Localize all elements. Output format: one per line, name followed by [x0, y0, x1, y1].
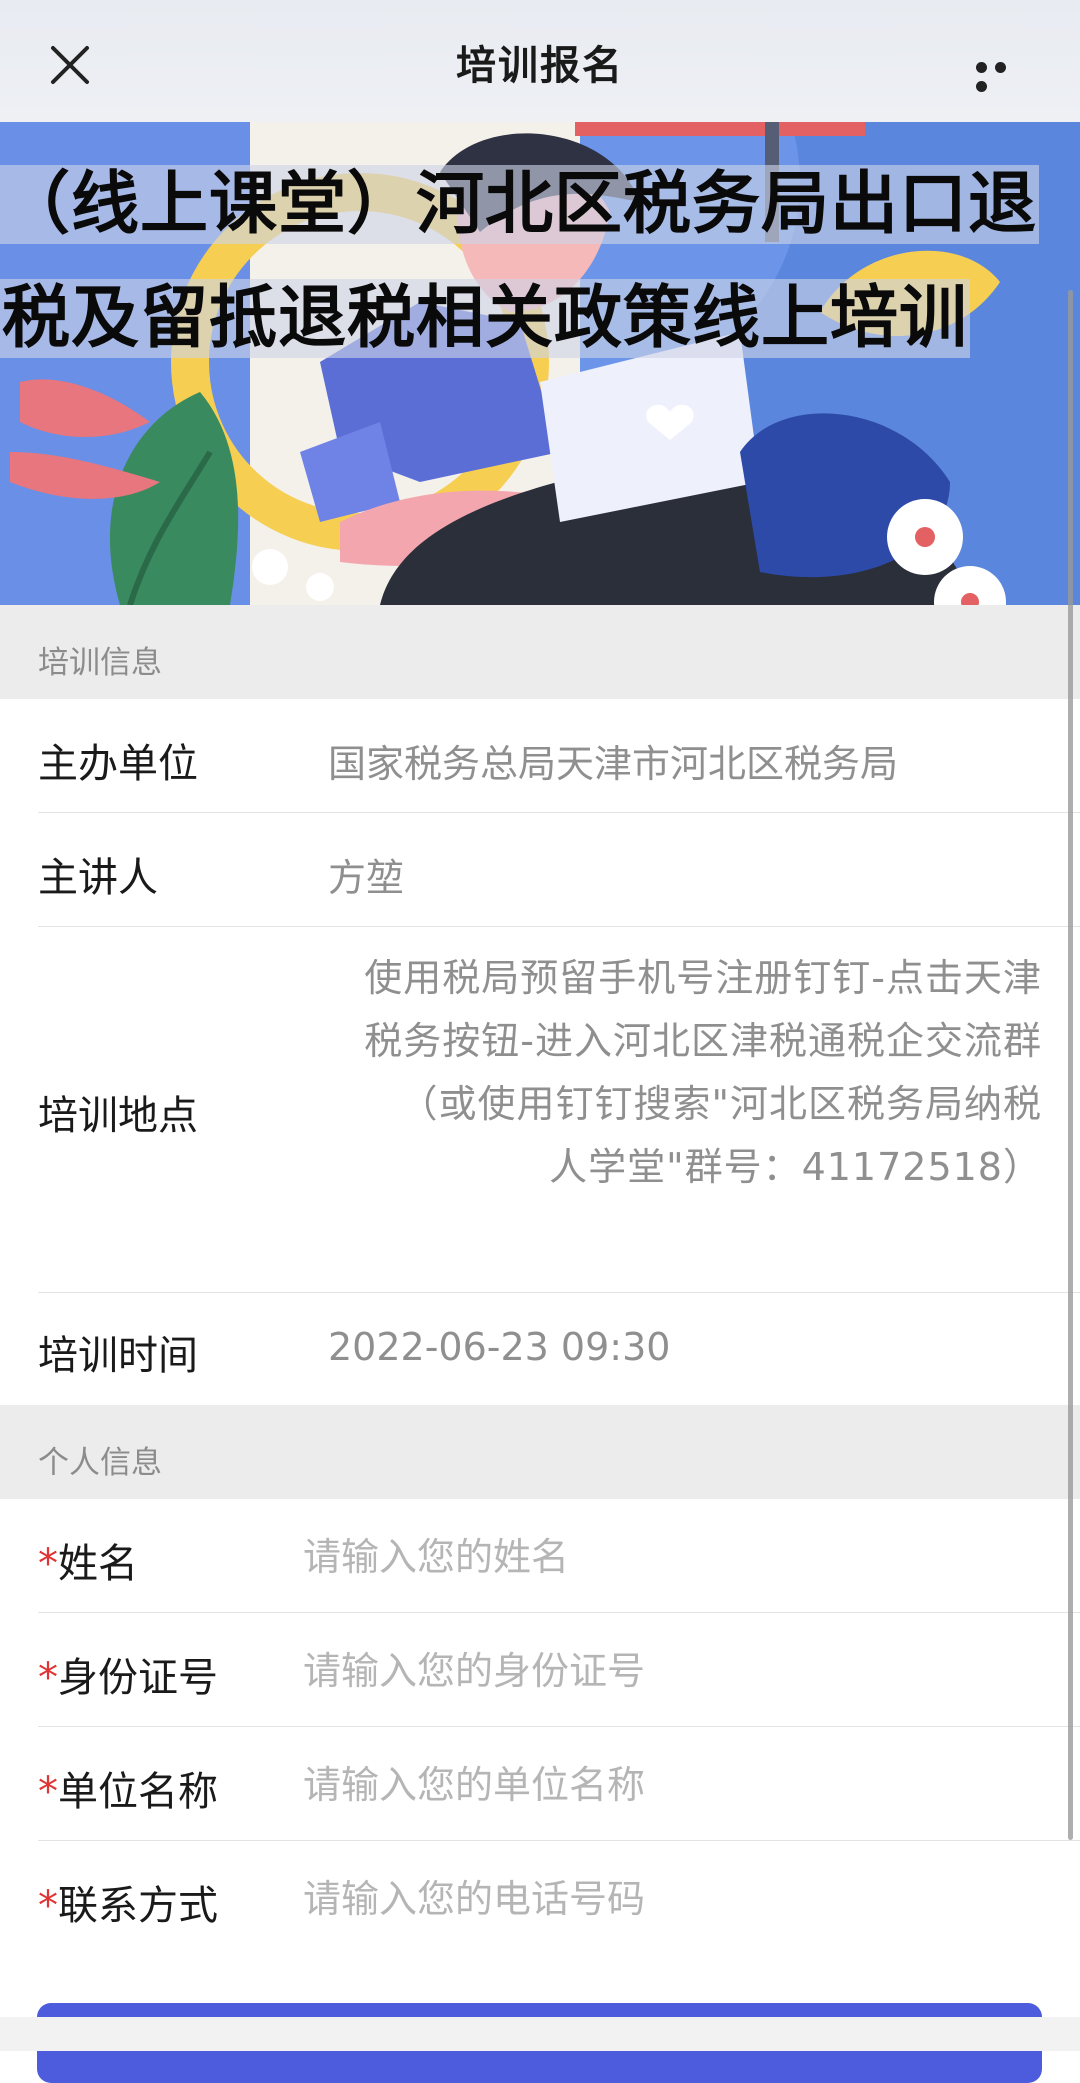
section-title: 个人信息 [38, 1445, 162, 1481]
company-input[interactable] [303, 1755, 1023, 1815]
row-location: 培训地点 使用税局预留手机号注册钉钉-点击天津税务按钮-进入河北区津税通税企交流… [0, 927, 1080, 1293]
more-dots-icon[interactable] [976, 58, 1032, 92]
company-label-text: 单位名称 [58, 1769, 218, 1815]
time-label: 培训时间 [38, 1333, 198, 1379]
banner-title: （线上课堂）河北区税务局出口退税及留抵退税相关政策线上培训 [0, 148, 1060, 376]
speaker-label: 主讲人 [38, 855, 158, 901]
speaker-value: 方堃 [328, 856, 405, 900]
row-time: 培训时间 2022-06-23 09:30 [0, 1293, 1080, 1405]
page-title: 培训报名 [456, 43, 624, 89]
section-header-training-info: 培训信息 [0, 605, 1080, 699]
location-value: 使用税局预留手机号注册钉钉-点击天津税务按钮-进入河北区津税通税企交流群（或使用… [364, 956, 1042, 1189]
contact-input[interactable] [303, 1869, 1023, 1929]
name-label-text: 姓名 [58, 1541, 138, 1587]
organizer-value: 国家税务总局天津市河北区税务局 [328, 742, 899, 786]
row-id-number: *身份证号 [0, 1613, 1080, 1727]
top-nav-bar: 培训报名 [0, 0, 1080, 122]
row-speaker: 主讲人 方堃 [0, 813, 1080, 927]
id-number-input[interactable] [303, 1641, 1023, 1701]
banner-title-text: （线上课堂）河北区税务局出口退税及留抵退税相关政策线上培训 [0, 165, 1040, 358]
organizer-label: 主办单位 [38, 741, 198, 787]
scrollbar[interactable] [1068, 290, 1073, 1840]
name-input[interactable] [303, 1527, 1023, 1587]
row-organizer: 主办单位 国家税务总局天津市河北区税务局 [0, 699, 1080, 813]
row-name: *姓名 [0, 1499, 1080, 1613]
required-mark: * [38, 1541, 58, 1587]
company-label: *单位名称 [38, 1759, 218, 1817]
time-value: 2022-06-23 09:30 [328, 1325, 671, 1369]
id-label-text: 身份证号 [58, 1655, 218, 1701]
section-title: 培训信息 [38, 645, 162, 681]
contact-label-text: 联系方式 [58, 1883, 218, 1929]
bottom-bar [0, 2017, 1080, 2051]
section-header-personal-info: 个人信息 [0, 1405, 1080, 1499]
row-contact: *联系方式 [0, 1841, 1080, 1955]
contact-label: *联系方式 [38, 1873, 218, 1931]
row-company: *单位名称 [0, 1727, 1080, 1841]
name-label: *姓名 [38, 1531, 138, 1589]
banner-image: （线上课堂）河北区税务局出口退税及留抵退税相关政策线上培训 [0, 122, 1080, 605]
required-mark: * [38, 1883, 58, 1929]
location-label: 培训地点 [38, 1093, 198, 1139]
id-label: *身份证号 [38, 1645, 218, 1703]
required-mark: * [38, 1769, 58, 1815]
required-mark: * [38, 1655, 58, 1701]
